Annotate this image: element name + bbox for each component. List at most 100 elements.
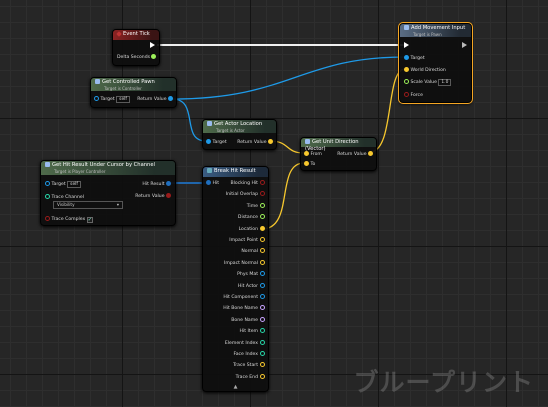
output-label: Time [246, 203, 258, 209]
hit-cursor-target-pin[interactable]: Target self [45, 181, 81, 188]
break-hit-output-pin[interactable]: Hit Actor [237, 282, 265, 290]
break-hit-result-title: Break Hit Result [214, 168, 256, 174]
get-unit-direction-node[interactable]: Get Unit Direction (Vector) From To Retu… [300, 137, 377, 171]
break-hit-output-pin[interactable]: Trace End [235, 373, 265, 381]
unit-direction-to-pin[interactable]: To [304, 161, 315, 168]
break-hit-output-pin[interactable]: Distance [238, 214, 265, 221]
function-icon [305, 139, 310, 144]
event-tick-delta-pin[interactable]: Delta Seconds [117, 54, 157, 61]
get-actor-location-title: Get Actor Location [214, 121, 263, 127]
break-hit-output-pin[interactable]: Element Index [224, 339, 265, 347]
break-hit-output-pin[interactable]: Hit Item [240, 328, 265, 335]
target-self-box[interactable]: self [67, 181, 81, 188]
scale-value-pin[interactable]: Scale Value 1.0 [404, 79, 452, 86]
hit-result-under-cursor-title: Get Hit Result Under Cursor by Channel [52, 162, 155, 168]
hit-label: Hit [212, 181, 220, 186]
hit-cursor-return-pin[interactable]: Return Value [135, 193, 171, 200]
event-tick-node[interactable]: Event Tick Delta Seconds [112, 29, 160, 66]
break-hit-output-pin[interactable]: Impact Point [229, 237, 265, 244]
controlled-pawn-return-pin[interactable]: Return Value [137, 96, 173, 103]
output-label: Bone Name [231, 317, 258, 323]
output-label: Normal [241, 249, 258, 255]
add-movement-input-node[interactable]: Add Movement Input Target is Pawn Target… [398, 22, 473, 104]
return-value-label: Return Value [137, 97, 167, 102]
world-direction-label: World Direction [410, 68, 446, 73]
output-label: Trace Start [233, 363, 258, 369]
get-controlled-pawn-node[interactable]: Get Controlled Pawn Target is Controller… [90, 77, 177, 108]
hit-result-under-cursor-subtitle: Target is Player Controller [54, 169, 106, 174]
scale-value-label: Scale Value [410, 80, 437, 85]
target-label: Target [212, 140, 227, 145]
return-value-label: Return Value [237, 140, 267, 145]
output-label: Distance [237, 215, 258, 221]
break-hit-in-pin[interactable]: Hit [206, 180, 219, 187]
break-hit-output-pin[interactable]: Phys Mat [237, 271, 265, 278]
break-hit-output-pin[interactable]: Initial Overlap [226, 191, 265, 198]
blueprint-watermark: ブループリント [353, 368, 534, 397]
struct-icon [207, 168, 212, 173]
output-label: Element Index [224, 340, 258, 346]
collapse-arrow-icon[interactable]: ▲ [234, 384, 238, 390]
trace-channel-label: Trace Channel [51, 195, 84, 200]
actor-location-target-pin[interactable]: Target [206, 139, 227, 146]
event-tick-exec-out[interactable] [150, 42, 155, 50]
target-label: Target [100, 97, 115, 102]
trace-channel-dropdown[interactable]: Visibility ▾ [53, 201, 123, 209]
break-hit-output-pin[interactable]: Hit Bone Name [223, 305, 265, 312]
add-movement-target-pin[interactable]: Target [404, 55, 425, 62]
break-hit-output-pin[interactable]: Face Index [233, 351, 265, 358]
break-hit-output-pin[interactable]: Trace Start [233, 362, 265, 369]
output-label: Face Index [233, 352, 259, 357]
break-hit-output-pin[interactable]: Blocking Hit [230, 180, 265, 187]
break-hit-output-pin[interactable]: Impact Normal [224, 259, 265, 267]
target-self-box[interactable]: self [116, 96, 130, 103]
trace-channel-pin[interactable]: Trace Channel [45, 194, 84, 201]
output-label: Initial Overlap [225, 192, 258, 198]
output-label: Hit Item [239, 329, 258, 335]
trace-complex-label: Trace Complex [51, 217, 86, 222]
output-label: Hit Component [223, 295, 258, 300]
hit-result-out-pin[interactable]: Hit Result [142, 181, 171, 188]
actor-location-return-pin[interactable]: Return Value [237, 139, 273, 146]
add-movement-input-title: Add Movement Input [411, 25, 466, 31]
break-hit-output-pin[interactable]: Location [238, 225, 265, 233]
delta-seconds-label: Delta Seconds [117, 55, 151, 60]
from-label: From [310, 152, 322, 157]
world-direction-pin[interactable]: World Direction [404, 67, 446, 74]
add-movement-exec-out[interactable] [462, 42, 467, 50]
get-controlled-pawn-title: Get Controlled Pawn [102, 79, 155, 85]
add-movement-input-subtitle: Target is Pawn [413, 32, 442, 37]
get-actor-location-subtitle: Target is Actor [216, 128, 245, 133]
break-hit-output-pin[interactable]: Hit Component [223, 294, 265, 301]
trace-complex-checkbox[interactable]: ✓ [86, 217, 93, 223]
get-actor-location-node[interactable]: Get Actor Location Target is Actor Targe… [202, 119, 277, 150]
output-label: Phys Mat [237, 272, 258, 278]
force-pin[interactable]: Force [404, 92, 423, 99]
target-label: Target [410, 56, 425, 61]
trace-complex-pin[interactable]: Trace Complex ✓ [45, 216, 93, 223]
break-hit-output-pin[interactable]: Bone Name [231, 316, 265, 324]
controlled-pawn-target-pin[interactable]: Target self [94, 96, 130, 103]
function-icon [207, 121, 212, 126]
function-icon [95, 79, 100, 84]
return-value-label: Return Value [135, 194, 165, 199]
output-label: Trace End [235, 374, 258, 380]
get-controlled-pawn-subtitle: Target is Controller [104, 86, 142, 91]
unit-direction-from-pin[interactable]: From [304, 151, 322, 158]
add-movement-exec-in[interactable] [404, 42, 409, 50]
break-hit-output-pin[interactable]: Normal [241, 248, 265, 255]
hit-result-label: Hit Result [142, 182, 165, 187]
break-hit-output-pin[interactable]: Time [246, 202, 265, 210]
unit-direction-return-pin[interactable]: Return Value [337, 151, 373, 158]
event-diamond-icon [116, 31, 122, 37]
scale-value-input[interactable]: 1.0 [438, 79, 452, 86]
output-label: Hit Actor [237, 283, 258, 289]
force-label: Force [410, 93, 423, 98]
to-label: To [310, 162, 316, 167]
output-label: Location [238, 226, 258, 232]
output-label: Impact Point [229, 238, 258, 243]
trace-channel-value: Visibility [57, 202, 75, 207]
break-hit-result-node[interactable]: Break Hit Result Hit Blocking Hit Initial… [202, 166, 269, 392]
hit-result-under-cursor-node[interactable]: Get Hit Result Under Cursor by Channel T… [40, 160, 176, 226]
chevron-down-icon: ▾ [116, 202, 119, 207]
